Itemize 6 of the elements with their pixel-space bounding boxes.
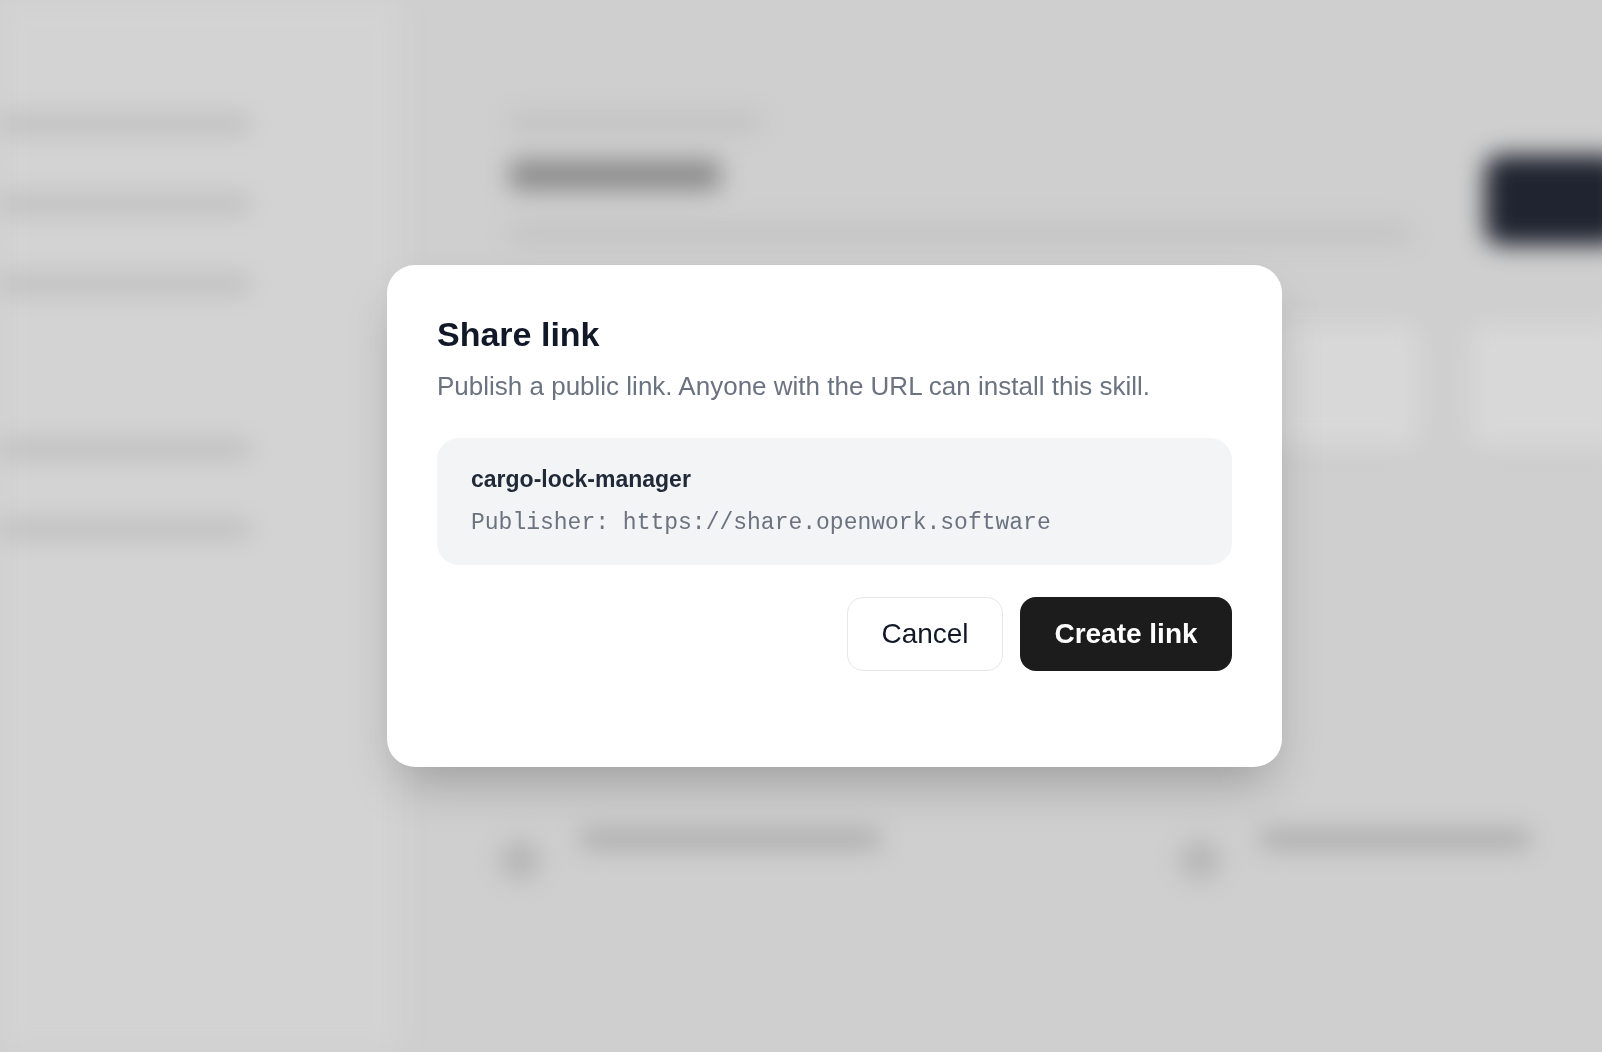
skill-name: cargo-lock-manager — [471, 464, 692, 494]
cancel-button[interactable]: Cancel — [847, 596, 1003, 671]
dialog-title: Share link — [437, 314, 601, 355]
publisher-url: Publisher: https://share.openwork.software — [471, 509, 1052, 538]
dialog-description: Publish a public link. Anyone with the URL can install this skill. — [437, 369, 1151, 403]
create-link-button[interactable]: Create link — [1020, 596, 1232, 671]
